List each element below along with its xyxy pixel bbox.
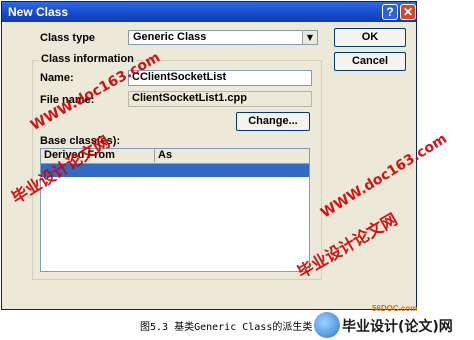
logo-brand: 毕业设计(论文)网 [342,319,453,335]
globe-icon [314,312,340,338]
title-bar: New Class ? ✕ [2,2,416,22]
class-information-legend: Class information [39,53,136,65]
file-name-field: ClientSocketList1.cpp [128,91,312,107]
column-header-as[interactable]: As [155,149,310,162]
site-logo: 56DOC.com 毕业设计(论文)网 [312,304,474,340]
dialog-title: New Class [8,5,69,19]
class-type-label: Class type [40,32,96,44]
ok-button[interactable]: OK [334,28,406,47]
name-input[interactable]: CClientSocketList [128,70,312,86]
file-name-value: ClientSocketList1.cpp [132,92,247,104]
chevron-down-icon[interactable]: ▼ [302,31,317,44]
logo-site-name: 56DOC.com [372,304,418,313]
change-button[interactable]: Change... [236,112,310,131]
figure-caption: 图5.3 基类Generic Class的派生类 [140,322,313,333]
class-type-select[interactable]: Generic Class ▼ [128,30,318,45]
close-button[interactable]: ✕ [400,4,416,20]
class-type-value: Generic Class [133,31,207,43]
cancel-button[interactable]: Cancel [334,52,406,71]
help-button[interactable]: ? [382,4,398,20]
name-label: Name: [40,72,74,84]
